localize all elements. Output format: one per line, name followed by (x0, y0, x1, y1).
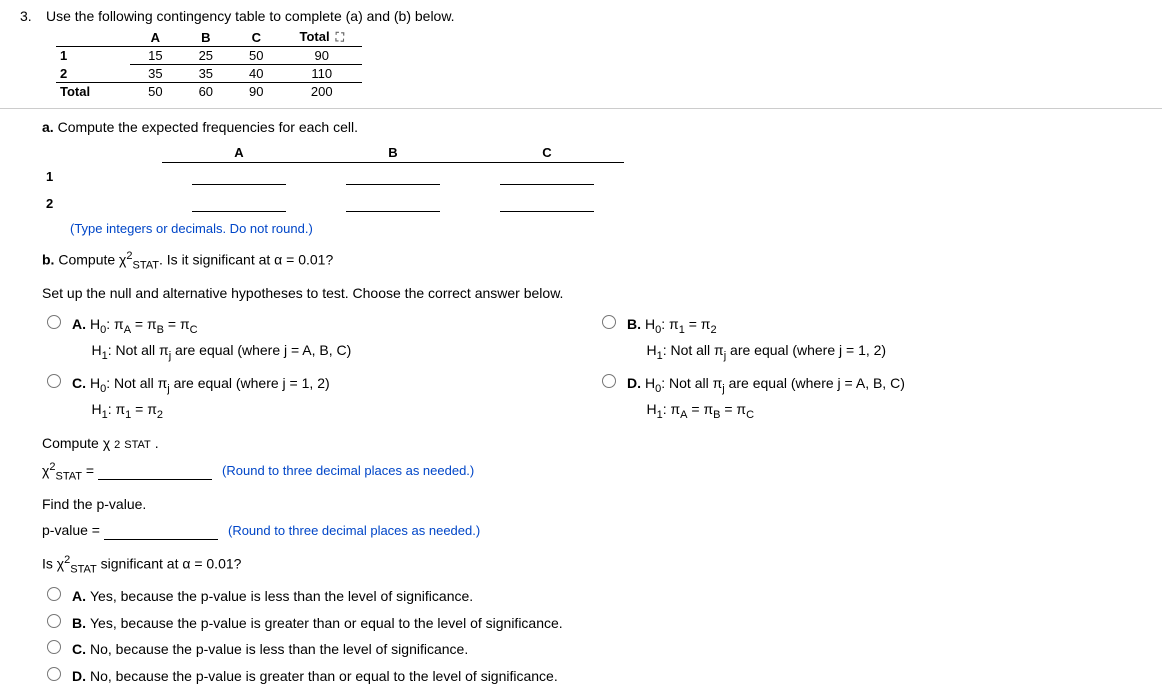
compute-chi-label: Compute χ2STAT . (42, 435, 1142, 451)
table-row-total: Total 50 60 90 200 (56, 83, 362, 101)
chi-stat-input[interactable] (98, 462, 212, 480)
expected-input-1c[interactable] (500, 167, 594, 185)
radio-b[interactable] (602, 315, 616, 329)
col-header-c: C (231, 28, 281, 47)
chi-round-hint: (Round to three decimal places as needed… (222, 463, 474, 478)
part-b-text-prefix: Compute (58, 251, 119, 267)
find-pvalue: Find the p-value. (42, 496, 1142, 512)
signif-option-a[interactable]: A.Yes, because the p-value is less than … (42, 585, 1142, 607)
part-b-text-suffix: . Is it significant at α = 0.01? (159, 251, 333, 267)
col-header-total: Total⛶ (282, 28, 363, 47)
radio-c[interactable] (47, 374, 61, 388)
part-a-hint: (Type integers or decimals. Do not round… (70, 221, 1142, 236)
signif-option-c[interactable]: C.No, because the p-value is less than t… (42, 638, 1142, 660)
signif-radio-c[interactable] (47, 640, 61, 654)
expected-row: 2 (42, 190, 624, 217)
radio-d[interactable] (602, 374, 616, 388)
exp-col-c: C (470, 141, 624, 163)
signif-radio-b[interactable] (47, 614, 61, 628)
pvalue-label: p-value = (42, 522, 100, 538)
hypothesis-options: A.H0: πA = πB = πC H1: Not all πj are eq… (42, 313, 1142, 425)
signif-options: A.Yes, because the p-value is less than … (42, 585, 1142, 687)
setup-hypotheses: Set up the null and alternative hypothes… (42, 285, 1142, 301)
question-number: 3. (20, 8, 38, 24)
option-c[interactable]: C.H0: Not all πj are equal (where j = 1,… (42, 372, 587, 425)
signif-question: Is χ2STAT significant at α = 0.01? (42, 554, 1142, 575)
option-d[interactable]: D.H0: Not all πj are equal (where j = A,… (597, 372, 1142, 425)
table-row: 1 15 25 50 90 (56, 47, 362, 65)
expected-input-1b[interactable] (346, 167, 440, 185)
part-a-text: Compute the expected frequencies for eac… (58, 119, 358, 135)
signif-radio-a[interactable] (47, 587, 61, 601)
part-b: b. Compute χ2STAT. Is it significant at … (42, 250, 1142, 271)
question-header: 3. Use the following contingency table t… (20, 8, 1142, 24)
exp-col-a: A (162, 141, 316, 163)
expected-input-1a[interactable] (192, 167, 286, 185)
radio-a[interactable] (47, 315, 61, 329)
expected-input-2c[interactable] (500, 194, 594, 212)
part-a: a. Compute the expected frequencies for … (42, 119, 1142, 135)
expected-input-2b[interactable] (346, 194, 440, 212)
expected-input-2a[interactable] (192, 194, 286, 212)
exp-col-b: B (316, 141, 470, 163)
expected-row: 1 (42, 163, 624, 190)
signif-option-d[interactable]: D.No, because the p-value is greater tha… (42, 665, 1142, 687)
pvalue-input[interactable] (104, 522, 218, 540)
signif-radio-d[interactable] (47, 667, 61, 681)
part-b-label: b. (42, 251, 54, 267)
signif-option-b[interactable]: B.Yes, because the p-value is greater th… (42, 612, 1142, 634)
option-b[interactable]: B.H0: π1 = π2 H1: Not all πj are equal (… (597, 313, 1142, 366)
col-header-b: B (181, 28, 231, 47)
pvalue-row: p-value = (Round to three decimal places… (42, 522, 1142, 540)
divider (0, 108, 1162, 109)
pvalue-round-hint: (Round to three decimal places as needed… (228, 523, 480, 538)
chi-stat-label: χ2STAT = (42, 461, 94, 482)
part-a-label: a. (42, 119, 54, 135)
enlarge-icon[interactable]: ⛶ (336, 30, 344, 44)
question-text: Use the following contingency table to c… (46, 8, 1142, 24)
option-a[interactable]: A.H0: πA = πB = πC H1: Not all πj are eq… (42, 313, 587, 366)
expected-freq-table: A B C 1 2 (42, 141, 624, 217)
contingency-table: A B C Total⛶ 1 15 25 50 90 2 35 35 40 11… (56, 28, 362, 100)
chi-stat-row: χ2STAT = (Round to three decimal places … (42, 461, 1142, 482)
table-row: 2 35 35 40 110 (56, 65, 362, 83)
col-header-a: A (130, 28, 180, 47)
